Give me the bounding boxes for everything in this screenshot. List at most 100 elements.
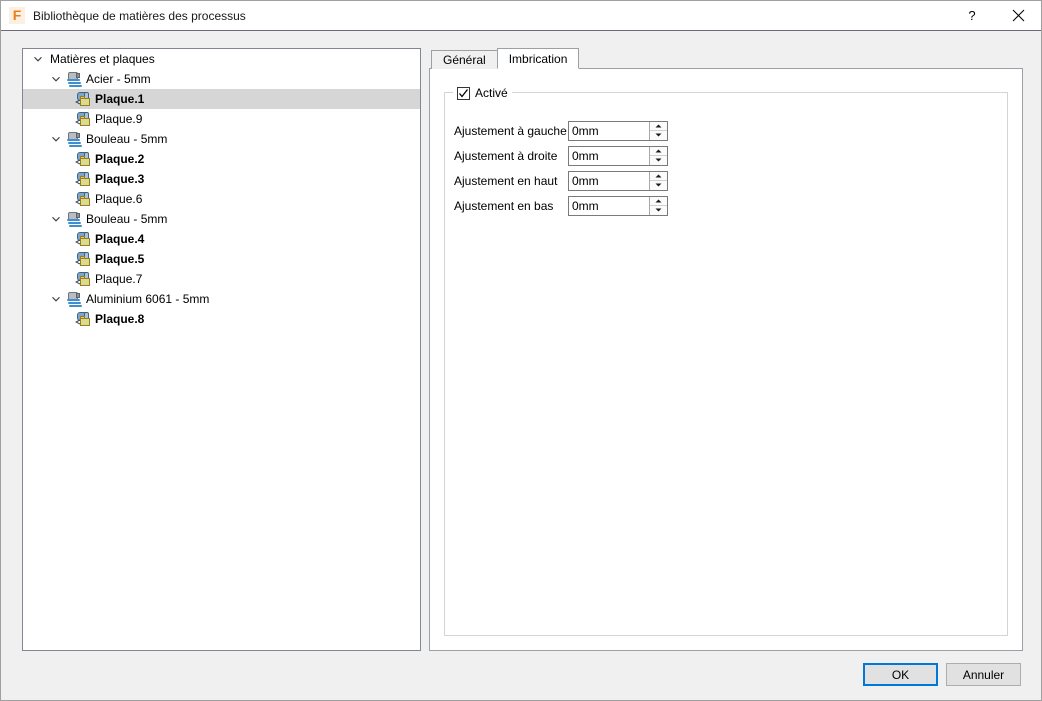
tab-pane-imbrication: Activé Ajustement à gauche 0mm Ajustement … (429, 68, 1023, 651)
tab-general-label: Général (443, 53, 486, 67)
adjustment-spinbox[interactable]: 0mm (568, 120, 668, 141)
plate-icon (75, 231, 91, 247)
tree-plate-row[interactable]: Plaque.3 (23, 169, 420, 189)
tree-plate-row[interactable]: Plaque.4 (23, 229, 420, 249)
spinner-down-button[interactable] (650, 181, 667, 190)
chevron-down-icon (34, 56, 42, 62)
dialog-footer: OK Annuler (863, 663, 1021, 686)
adjustment-value[interactable]: 0mm (569, 172, 649, 190)
arrow-icon (75, 179, 81, 185)
expand-chevron[interactable] (48, 289, 64, 309)
tab-widget: Général Imbrication Activé Ajustement à … (429, 48, 1023, 651)
expand-chevron[interactable] (30, 49, 46, 69)
plate-icon (75, 151, 91, 167)
tree-root-label: Matières et plaques (50, 52, 155, 66)
material-stack-icon (66, 71, 82, 87)
material-stack-icon (66, 131, 82, 147)
plate-icon (75, 191, 91, 207)
adjustment-row: Ajustement en bas 0mm (454, 193, 668, 218)
tree-plate-label: Plaque.4 (95, 232, 145, 246)
plate-icon (75, 251, 91, 267)
groupbox-legend[interactable]: Activé (453, 85, 512, 101)
tree-root-row[interactable]: Matières et plaques (23, 49, 420, 69)
cancel-button-label: Annuler (962, 667, 1005, 682)
spinner-down-button[interactable] (650, 131, 667, 140)
material-tree-panel[interactable]: Matières et plaques Acier - 5mm Plaque.1 Pl… (22, 48, 421, 651)
tab-imbrication-label: Imbrication (508, 52, 568, 66)
arrow-icon (75, 99, 81, 105)
adjustment-label: Ajustement en haut (454, 173, 558, 188)
active-checkbox-label: Activé (475, 86, 508, 100)
tree-plate-label: Plaque.6 (95, 192, 143, 206)
expand-chevron[interactable] (48, 69, 64, 89)
help-button[interactable]: ? (949, 1, 995, 30)
material-stack-icon (66, 211, 82, 227)
arrow-icon (75, 279, 81, 285)
chevron-down-icon (52, 136, 60, 142)
triangle-up-icon (655, 174, 662, 178)
arrow-icon (75, 319, 81, 325)
tree-group-row[interactable]: Aluminium 6061 - 5mm (23, 289, 420, 309)
chevron-down-icon (52, 296, 60, 302)
spinner-up-button[interactable] (650, 121, 667, 131)
tree-group-label: Aluminium 6061 - 5mm (86, 292, 210, 306)
adjustment-value[interactable]: 0mm (569, 122, 649, 140)
plate-icon (75, 311, 91, 327)
checkmark-icon (459, 88, 469, 98)
material-stack-icon (66, 291, 82, 307)
tree-plate-label: Plaque.9 (95, 112, 143, 126)
tree-group-row[interactable]: Bouleau - 5mm (23, 129, 420, 149)
arrow-icon (75, 159, 81, 165)
tree-plate-row[interactable]: Plaque.7 (23, 269, 420, 289)
adjustment-spinbox[interactable]: 0mm (568, 145, 668, 166)
tree-plate-label: Plaque.5 (95, 252, 145, 266)
adjustment-value[interactable]: 0mm (569, 197, 649, 215)
adjustment-row: Ajustement à droite 0mm (454, 143, 668, 168)
spinner-down-button[interactable] (650, 156, 667, 165)
tree-group-label: Acier - 5mm (86, 72, 151, 86)
f-logo-icon: F (9, 6, 25, 24)
close-button[interactable] (995, 1, 1041, 30)
cancel-button[interactable]: Annuler (946, 663, 1021, 686)
tree-plate-row[interactable]: Plaque.5 (23, 249, 420, 269)
ok-button[interactable]: OK (863, 663, 938, 686)
triangle-up-icon (655, 124, 662, 128)
tree-plate-row[interactable]: Plaque.8 (23, 309, 420, 329)
dialog-body: Matières et plaques Acier - 5mm Plaque.1 Pl… (1, 31, 1041, 700)
expand-chevron[interactable] (48, 129, 64, 149)
adjustment-spinbox[interactable]: 0mm (568, 195, 668, 216)
spinner-buttons (649, 121, 667, 140)
spinner-buttons (649, 171, 667, 190)
adjustment-value[interactable]: 0mm (569, 147, 649, 165)
tree-plate-row[interactable]: Plaque.2 (23, 149, 420, 169)
spinner-up-button[interactable] (650, 171, 667, 181)
chevron-down-icon (52, 76, 60, 82)
expand-chevron[interactable] (48, 209, 64, 229)
tree-plate-label: Plaque.8 (95, 312, 145, 326)
plate-icon (75, 111, 91, 127)
tree-plate-row[interactable]: Plaque.1 (23, 89, 420, 109)
plate-icon (75, 91, 91, 107)
tree-plate-row[interactable]: Plaque.9 (23, 109, 420, 129)
spinner-up-button[interactable] (650, 196, 667, 206)
close-icon (1012, 9, 1024, 22)
triangle-down-icon (655, 158, 662, 162)
dialog-window: F Bibliothèque de matières des processus… (0, 0, 1042, 701)
triangle-up-icon (655, 199, 662, 203)
spinner-down-button[interactable] (650, 206, 667, 215)
tab-general[interactable]: Général (431, 50, 498, 69)
spinner-buttons (649, 146, 667, 165)
spinner-up-button[interactable] (650, 146, 667, 156)
ok-button-label: OK (891, 667, 910, 682)
plate-icon (75, 271, 91, 287)
tree-group-row[interactable]: Bouleau - 5mm (23, 209, 420, 229)
tree-plate-row[interactable]: Plaque.6 (23, 189, 420, 209)
arrow-icon (75, 119, 81, 125)
active-checkbox[interactable] (457, 86, 470, 100)
chevron-down-icon (52, 216, 60, 222)
tree-group-row[interactable]: Acier - 5mm (23, 69, 420, 89)
adjustment-label: Ajustement à droite (454, 148, 558, 163)
adjustment-spinbox[interactable]: 0mm (568, 170, 668, 191)
adjustment-row: Ajustement en haut 0mm (454, 168, 668, 193)
tab-imbrication[interactable]: Imbrication (496, 48, 580, 69)
